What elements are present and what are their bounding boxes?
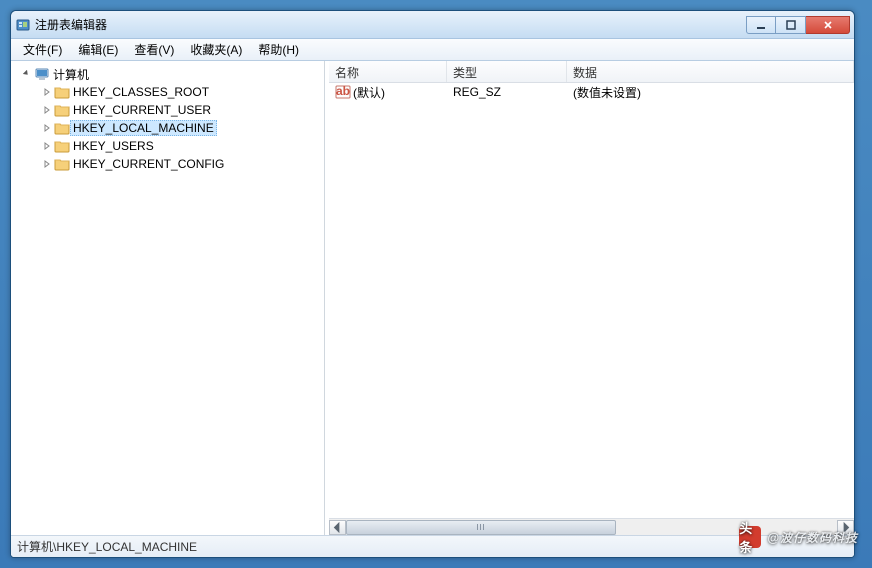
expand-icon[interactable] (41, 140, 53, 152)
tree-root[interactable]: 计算机 (13, 65, 322, 83)
tree-hive-hkey-classes-root[interactable]: HKEY_CLASSES_ROOT (13, 83, 322, 101)
list-pane: 名称 类型 数据 ab(默认) REG_SZ (数值未设置) (329, 61, 854, 535)
scroll-track[interactable] (346, 520, 837, 535)
folder-icon (54, 156, 70, 172)
menu-view[interactable]: 查看(V) (126, 39, 182, 60)
maximize-button[interactable] (776, 16, 806, 34)
column-data[interactable]: 数据 (567, 61, 854, 82)
tree-root-label: 计算机 (53, 66, 89, 83)
menu-help[interactable]: 帮助(H) (250, 39, 307, 60)
scroll-left-button[interactable] (329, 520, 346, 535)
expand-icon[interactable] (41, 158, 53, 170)
registry-editor-window: 注册表编辑器 文件(F) 编辑(E) 查看(V) 收藏夹(A) 帮助(H) 计算… (10, 10, 855, 558)
value-name: (默认) (353, 84, 385, 101)
column-name[interactable]: 名称 (329, 61, 447, 82)
svg-text:ab: ab (336, 85, 350, 98)
column-type[interactable]: 类型 (447, 61, 567, 82)
minimize-button[interactable] (746, 16, 776, 34)
tree-hive-label: HKEY_CURRENT_CONFIG (73, 157, 224, 171)
regedit-icon (15, 17, 31, 33)
tree-pane[interactable]: 计算机 HKEY_CLASSES_ROOT HKEY_CURRENT_USER HK… (11, 61, 325, 535)
tree-hive-label: HKEY_USERS (73, 139, 154, 153)
value-data: (数值未设置) (573, 84, 641, 101)
menu-file[interactable]: 文件(F) (15, 39, 70, 60)
folder-icon (54, 138, 70, 154)
tree-hive-hkey-current-user[interactable]: HKEY_CURRENT_USER (13, 101, 322, 119)
folder-icon (54, 120, 70, 136)
value-type: REG_SZ (453, 85, 501, 99)
list-header: 名称 类型 数据 (329, 61, 854, 83)
computer-icon (34, 66, 50, 82)
horizontal-scrollbar[interactable] (329, 518, 854, 535)
tree-hive-label: HKEY_CURRENT_USER (73, 103, 211, 117)
folder-icon (54, 84, 70, 100)
list-row[interactable]: ab(默认) REG_SZ (数值未设置) (329, 83, 854, 101)
folder-icon (54, 102, 70, 118)
close-button[interactable] (806, 16, 850, 34)
status-path: 计算机\HKEY_LOCAL_MACHINE (17, 538, 197, 555)
tree-hive-hkey-users[interactable]: HKEY_USERS (13, 137, 322, 155)
list-body[interactable]: ab(默认) REG_SZ (数值未设置) (329, 83, 854, 518)
collapse-icon[interactable] (21, 68, 33, 80)
statusbar: 计算机\HKEY_LOCAL_MACHINE (11, 535, 854, 557)
expand-icon[interactable] (41, 86, 53, 98)
window-buttons (746, 16, 850, 34)
tree-hive-label: HKEY_LOCAL_MACHINE (70, 120, 217, 136)
tree-hive-label: HKEY_CLASSES_ROOT (73, 85, 209, 99)
scroll-thumb[interactable] (346, 520, 616, 535)
tree-hive-hkey-local-machine[interactable]: HKEY_LOCAL_MACHINE (13, 119, 322, 137)
window-title: 注册表编辑器 (35, 16, 746, 33)
scroll-right-button[interactable] (837, 520, 854, 535)
titlebar[interactable]: 注册表编辑器 (11, 11, 854, 39)
menu-favorites[interactable]: 收藏夹(A) (182, 39, 250, 60)
tree-hive-hkey-current-config[interactable]: HKEY_CURRENT_CONFIG (13, 155, 322, 173)
content-area: 计算机 HKEY_CLASSES_ROOT HKEY_CURRENT_USER HK… (11, 61, 854, 535)
expand-icon[interactable] (41, 122, 53, 134)
menu-edit[interactable]: 编辑(E) (70, 39, 126, 60)
string-value-icon: ab (335, 85, 351, 99)
menubar: 文件(F) 编辑(E) 查看(V) 收藏夹(A) 帮助(H) (11, 39, 854, 61)
expand-icon[interactable] (41, 104, 53, 116)
